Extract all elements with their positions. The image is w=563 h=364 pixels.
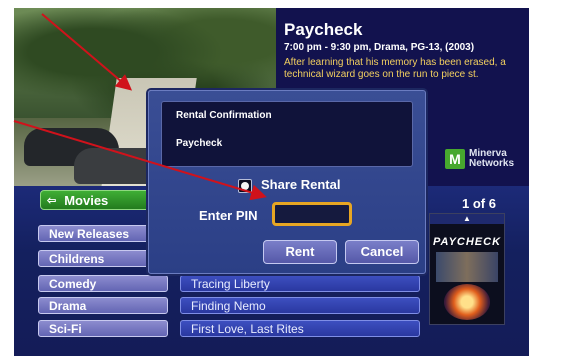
category-item-comedy[interactable]: Comedy [38, 275, 168, 292]
category-item-sci-fi[interactable]: Sci-Fi [38, 320, 168, 337]
cancel-button[interactable]: Cancel [345, 240, 419, 264]
page-counter: 1 of 6 [462, 196, 496, 211]
pin-input[interactable] [272, 202, 352, 226]
movie-meta: 7:00 pm - 9:30 pm, Drama, PG-13, (2003) [284, 42, 475, 53]
share-rental-label: Share Rental [261, 177, 341, 192]
category-header-label: Movies [64, 192, 109, 208]
movie-title: Paycheck [284, 20, 363, 39]
checkbox-checked-icon [241, 182, 249, 190]
movie-poster: ▲ PAYCHECK [429, 213, 505, 325]
rental-confirmation-dialog: Rental Confirmation Paycheck Share Renta… [148, 90, 426, 274]
movie-description: After learning that his memory has been … [284, 57, 524, 81]
share-rental-checkbox[interactable] [238, 179, 252, 193]
minerva-logo: M Minerva Networks [445, 149, 514, 169]
scroll-up-icon[interactable]: ▲ [430, 214, 504, 224]
film-item-finding-nemo[interactable]: Finding Nemo [180, 297, 420, 314]
dialog-movie-name: Paycheck [176, 138, 223, 149]
rent-button[interactable]: Rent [263, 240, 337, 264]
film-item-tracing-liberty[interactable]: Tracing Liberty [180, 275, 420, 292]
brand-name-line2: Networks [469, 158, 515, 169]
minerva-mark-icon: M [445, 149, 465, 169]
poster-explosion-image [444, 284, 490, 320]
poster-title: PAYCHECK [432, 236, 502, 248]
pin-label: Enter PIN [199, 208, 258, 223]
movie-description-tail: st. [468, 69, 479, 80]
film-item-first-love[interactable]: First Love, Last Rites [180, 320, 420, 337]
category-item-drama[interactable]: Drama [38, 297, 168, 314]
dialog-info-box: Rental Confirmation Paycheck [161, 101, 413, 167]
brand-name: Minerva Networks [469, 149, 514, 169]
dialog-title: Rental Confirmation [176, 110, 272, 121]
movie-info: Paycheck 7:00 pm - 9:30 pm, Drama, PG-13… [284, 20, 524, 81]
poster-image [436, 252, 498, 282]
back-arrow-icon: ⇦ [47, 194, 57, 207]
